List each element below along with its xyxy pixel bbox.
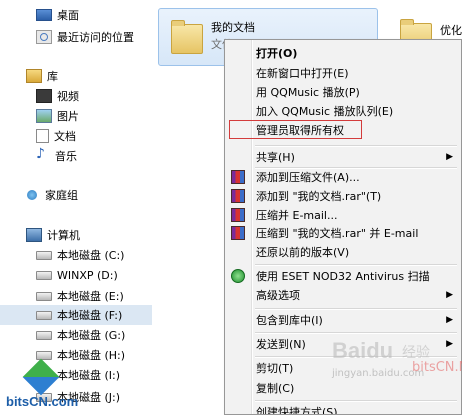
watermark-url: jingyan.baidu.com <box>332 368 425 379</box>
baidu-jingyan-text: 经验 <box>402 345 430 361</box>
menu-item-create-shortcut[interactable]: 创建快捷方式(S) <box>225 402 461 414</box>
navigation-pane: 桌面 最近访问的位置 库 视频 图片 文档 音乐 家庭组 计算机 本地磁盘 (C… <box>0 0 188 413</box>
menu-item-add-to-rar[interactable]: 添加到 "我的文档.rar"(T) <box>225 186 461 206</box>
nav-label: WINXP (D:) <box>57 268 118 282</box>
submenu-arrow-icon: ▶ <box>446 315 453 325</box>
folder-name: 优化大 <box>440 24 462 37</box>
nav-label: 音乐 <box>55 150 77 163</box>
watermark-text: bitsCN.com <box>6 394 79 409</box>
nav-label: 视频 <box>57 90 79 103</box>
baidu-logo-text: Baidu <box>332 338 394 363</box>
winrar-icon <box>231 170 245 184</box>
homegroup-icon <box>26 189 40 201</box>
menu-item-advanced-options[interactable]: 高级选项 ▶ <box>225 285 461 305</box>
nav-label: 桌面 <box>57 9 79 22</box>
annotation-highlight-box <box>229 120 362 139</box>
menu-item-compress-to-rar-email[interactable]: 压缩到 "我的文档.rar" 并 E-mail <box>225 223 461 243</box>
drive-icon <box>36 291 52 301</box>
nav-label: 本地磁盘 (E:) <box>57 290 124 303</box>
nav-label: 本地磁盘 (F:) <box>57 309 123 322</box>
nav-label: 最近访问的位置 <box>57 31 134 44</box>
nav-label: 家庭组 <box>45 189 78 202</box>
drive-icon <box>36 330 52 340</box>
nav-label: 库 <box>47 70 58 83</box>
drive-icon <box>36 250 52 260</box>
drive-icon <box>36 310 52 320</box>
drive-icon <box>36 270 52 280</box>
folder-name: 我的文档 <box>211 21 255 34</box>
menu-item-include-in-library[interactable]: 包含到库中(I) ▶ <box>225 310 461 330</box>
bitscn-logo-icon <box>22 358 60 396</box>
nav-label: 本地磁盘 (G:) <box>57 329 126 342</box>
nav-label: 本地磁盘 (C:) <box>57 249 125 262</box>
menu-item-share[interactable]: 共享(H) ▶ <box>225 147 461 167</box>
eset-icon <box>231 269 245 283</box>
nav-label: 计算机 <box>47 229 80 242</box>
menu-item-restore-previous[interactable]: 还原以前的版本(V) <box>225 242 461 262</box>
winrar-icon <box>231 208 245 222</box>
picture-icon <box>36 109 52 123</box>
menu-item-add-to-archive[interactable]: 添加到压缩文件(A)... <box>225 167 461 187</box>
submenu-arrow-icon: ▶ <box>446 152 453 162</box>
menu-item-qqmusic-play[interactable]: 用 QQMusic 播放(P) <box>225 82 461 102</box>
winrar-icon <box>231 226 245 240</box>
submenu-arrow-icon: ▶ <box>446 290 453 300</box>
folder-icon <box>171 20 203 54</box>
watermark-baidu: Baidu 经验 jingyan.baidu.com bitsCN.Net <box>332 338 462 398</box>
desktop-icon <box>36 9 52 21</box>
document-icon <box>36 129 49 143</box>
nav-label: 图片 <box>57 110 79 123</box>
recent-places-icon <box>36 30 52 44</box>
menu-item-open[interactable]: 打开(O) <box>225 43 461 63</box>
computer-icon <box>26 228 42 242</box>
music-icon <box>36 146 50 162</box>
menu-item-open-new-window[interactable]: 在新窗口中打开(E) <box>225 63 461 83</box>
watermark-bitscn: bitsCN.com <box>4 358 124 413</box>
library-icon <box>26 69 42 83</box>
winrar-icon <box>231 189 245 203</box>
menu-item-qqmusic-queue[interactable]: 加入 QQMusic 播放队列(E) <box>225 101 461 121</box>
watermark-brand: bitsCN.Net <box>412 360 462 375</box>
menu-item-eset-scan[interactable]: 使用 ESET NOD32 Antivirus 扫描 <box>225 266 461 286</box>
video-icon <box>36 89 52 103</box>
menu-item-compress-email[interactable]: 压缩并 E-mail... <box>225 205 461 225</box>
nav-label: 文档 <box>54 130 76 143</box>
